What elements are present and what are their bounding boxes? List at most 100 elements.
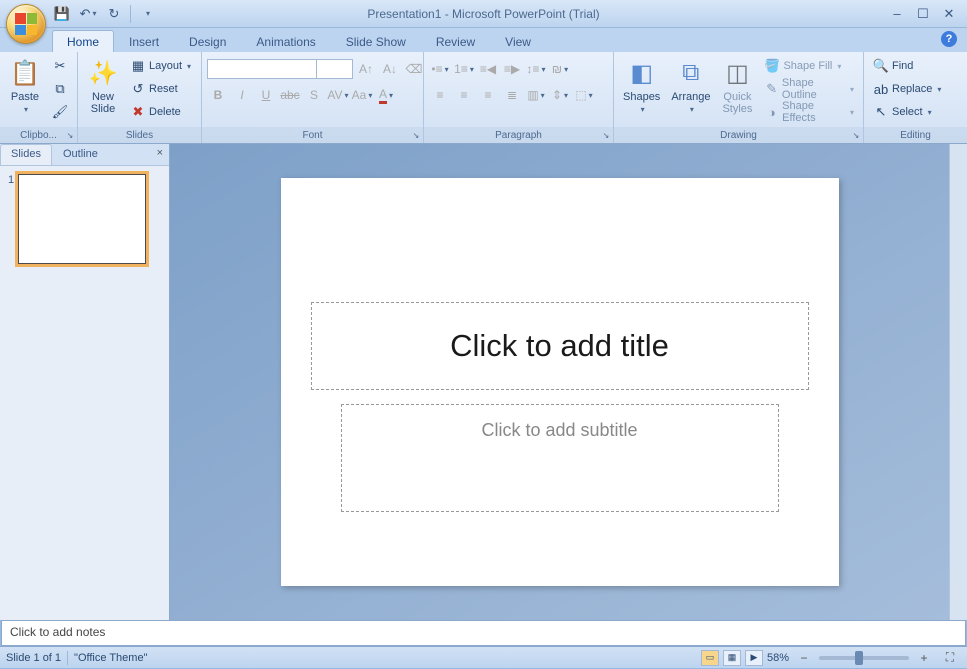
thumbnail-item[interactable]: 1	[8, 174, 161, 264]
font-name-input[interactable]	[207, 59, 317, 79]
strike-button[interactable]: abc	[279, 84, 301, 106]
bold-button[interactable]: B	[207, 84, 229, 106]
underline-button[interactable]: U	[255, 84, 277, 106]
drawing-dialog-launcher[interactable]: ↘	[851, 131, 861, 141]
layout-button[interactable]: ▦Layout▾	[126, 55, 195, 77]
tab-slideshow[interactable]: Slide Show	[331, 30, 421, 52]
restore-button[interactable]: ☐	[915, 6, 931, 22]
arrange-button[interactable]: ⧉ Arrange▾	[667, 55, 714, 117]
italic-button[interactable]: I	[231, 84, 253, 106]
arrange-icon: ⧉	[675, 57, 707, 89]
line-spacing-button[interactable]: ↕≡▾	[525, 58, 547, 80]
close-icon: ✕	[944, 6, 955, 22]
tab-design[interactable]: Design	[174, 30, 241, 52]
change-case-icon: Aa	[352, 88, 367, 102]
subtitle-placeholder-text: Click to add subtitle	[481, 420, 637, 441]
font-color-button[interactable]: A▾	[375, 84, 397, 106]
workspace: Slides Outline × 1 Click to add title Cl…	[0, 144, 967, 620]
title-placeholder[interactable]: Click to add title	[311, 302, 809, 390]
new-slide-button[interactable]: ✨ New Slide	[83, 55, 123, 117]
align-center-icon: ≡	[460, 88, 467, 102]
save-button[interactable]: 💾	[52, 4, 72, 24]
shape-outline-label: Shape Outline	[782, 77, 845, 101]
shadow-button[interactable]: S	[303, 84, 325, 106]
fit-to-window-button[interactable]: ⛶	[939, 647, 961, 669]
tab-review[interactable]: Review	[421, 30, 490, 52]
text-direction-button[interactable]: ₪▾	[549, 58, 571, 80]
replace-button[interactable]: abReplace▾	[869, 78, 945, 100]
tab-insert[interactable]: Insert	[114, 30, 174, 52]
slide-editor[interactable]: Click to add title Click to add subtitle	[170, 144, 949, 620]
slideshow-view-button[interactable]: ▶	[745, 650, 763, 666]
shrink-font-button[interactable]: A↓	[379, 58, 401, 80]
copy-button[interactable]: ⧉	[48, 78, 72, 100]
normal-view-button[interactable]: ▭	[701, 650, 719, 666]
align-text-button[interactable]: ⇕▾	[549, 84, 571, 106]
redo-button[interactable]: ↻	[104, 4, 124, 24]
shape-fill-button[interactable]: 🪣Shape Fill▾	[760, 55, 858, 77]
office-button[interactable]	[6, 4, 46, 44]
align-left-button[interactable]: ≡	[429, 84, 451, 106]
close-button[interactable]: ✕	[941, 6, 957, 22]
new-slide-icon: ✨	[87, 57, 119, 89]
subtitle-placeholder[interactable]: Click to add subtitle	[341, 404, 779, 512]
zoom-slider-thumb[interactable]	[855, 651, 863, 665]
shapes-button[interactable]: ◧ Shapes▾	[619, 55, 664, 117]
close-icon: ×	[157, 147, 163, 159]
tab-view[interactable]: View	[490, 30, 546, 52]
reset-button[interactable]: ↺Reset	[126, 78, 195, 100]
justify-button[interactable]: ≣	[501, 84, 523, 106]
zoom-out-button[interactable]: −	[793, 647, 815, 669]
decrease-indent-button[interactable]: ≡◀	[477, 58, 499, 80]
bullets-button[interactable]: •≡▾	[429, 58, 451, 80]
sorter-view-button[interactable]: ▦	[723, 650, 741, 666]
reset-label: Reset	[149, 83, 178, 95]
zoom-slider[interactable]	[819, 656, 909, 660]
underline-icon: U	[262, 88, 271, 102]
tab-home[interactable]: Home	[52, 30, 114, 52]
thumbnail-number: 1	[8, 174, 14, 264]
char-spacing-button[interactable]: AV▾	[327, 84, 349, 106]
numbering-button[interactable]: 1≡▾	[453, 58, 475, 80]
delete-button[interactable]: ✖Delete	[126, 101, 195, 123]
cut-button[interactable]: ✂	[48, 55, 72, 77]
ribbon: 📋 Paste▾ ✂ ⧉ 🖌 Clipbo...↘ ✨ New Slide ▦L…	[0, 52, 967, 144]
side-panel-close[interactable]: ×	[151, 144, 169, 165]
smartart-icon: ⬚	[575, 88, 586, 102]
notes-pane[interactable]: Click to add notes	[1, 620, 966, 646]
help-button[interactable]: ?	[941, 31, 957, 47]
shape-effects-button[interactable]: ◑Shape Effects▾	[760, 101, 858, 123]
bucket-icon: 🪣	[764, 58, 780, 74]
chevron-down-icon: ▾	[92, 9, 96, 18]
select-button[interactable]: ↖Select▾	[869, 101, 945, 123]
shape-outline-button[interactable]: ✎Shape Outline▾	[760, 78, 858, 100]
align-center-button[interactable]: ≡	[453, 84, 475, 106]
font-dialog-launcher[interactable]: ↘	[411, 131, 421, 141]
change-case-button[interactable]: Aa▾	[351, 84, 373, 106]
tab-outline[interactable]: Outline	[52, 144, 109, 165]
tab-animations[interactable]: Animations	[241, 30, 330, 52]
clear-formatting-button[interactable]: ⌫	[403, 58, 425, 80]
grow-font-button[interactable]: A↑	[355, 58, 377, 80]
group-label-font: Font↘	[202, 127, 423, 143]
group-label-slides: Slides	[78, 127, 201, 143]
align-right-button[interactable]: ≡	[477, 84, 499, 106]
tab-slides-thumbnails[interactable]: Slides	[0, 144, 52, 165]
paste-button[interactable]: 📋 Paste▾	[5, 55, 45, 117]
undo-button[interactable]: ↶▾	[78, 4, 98, 24]
format-painter-button[interactable]: 🖌	[48, 101, 72, 123]
minimize-button[interactable]: –	[889, 6, 905, 22]
paragraph-dialog-launcher[interactable]: ↘	[601, 131, 611, 141]
qat-customize-button[interactable]: ▾	[137, 4, 157, 24]
zoom-in-button[interactable]: +	[913, 647, 935, 669]
columns-button[interactable]: ▥▾	[525, 84, 547, 106]
quick-styles-button[interactable]: ◫ Quick Styles	[717, 55, 757, 117]
fit-icon: ⛶	[946, 650, 954, 665]
vertical-scrollbar[interactable]	[949, 144, 967, 620]
find-button[interactable]: 🔍Find	[869, 55, 945, 77]
font-size-input[interactable]	[317, 59, 353, 79]
convert-smartart-button[interactable]: ⬚▾	[573, 84, 595, 106]
clipboard-dialog-launcher[interactable]: ↘	[65, 131, 75, 141]
increase-indent-button[interactable]: ≡▶	[501, 58, 523, 80]
slide-canvas[interactable]: Click to add title Click to add subtitle	[281, 178, 839, 586]
